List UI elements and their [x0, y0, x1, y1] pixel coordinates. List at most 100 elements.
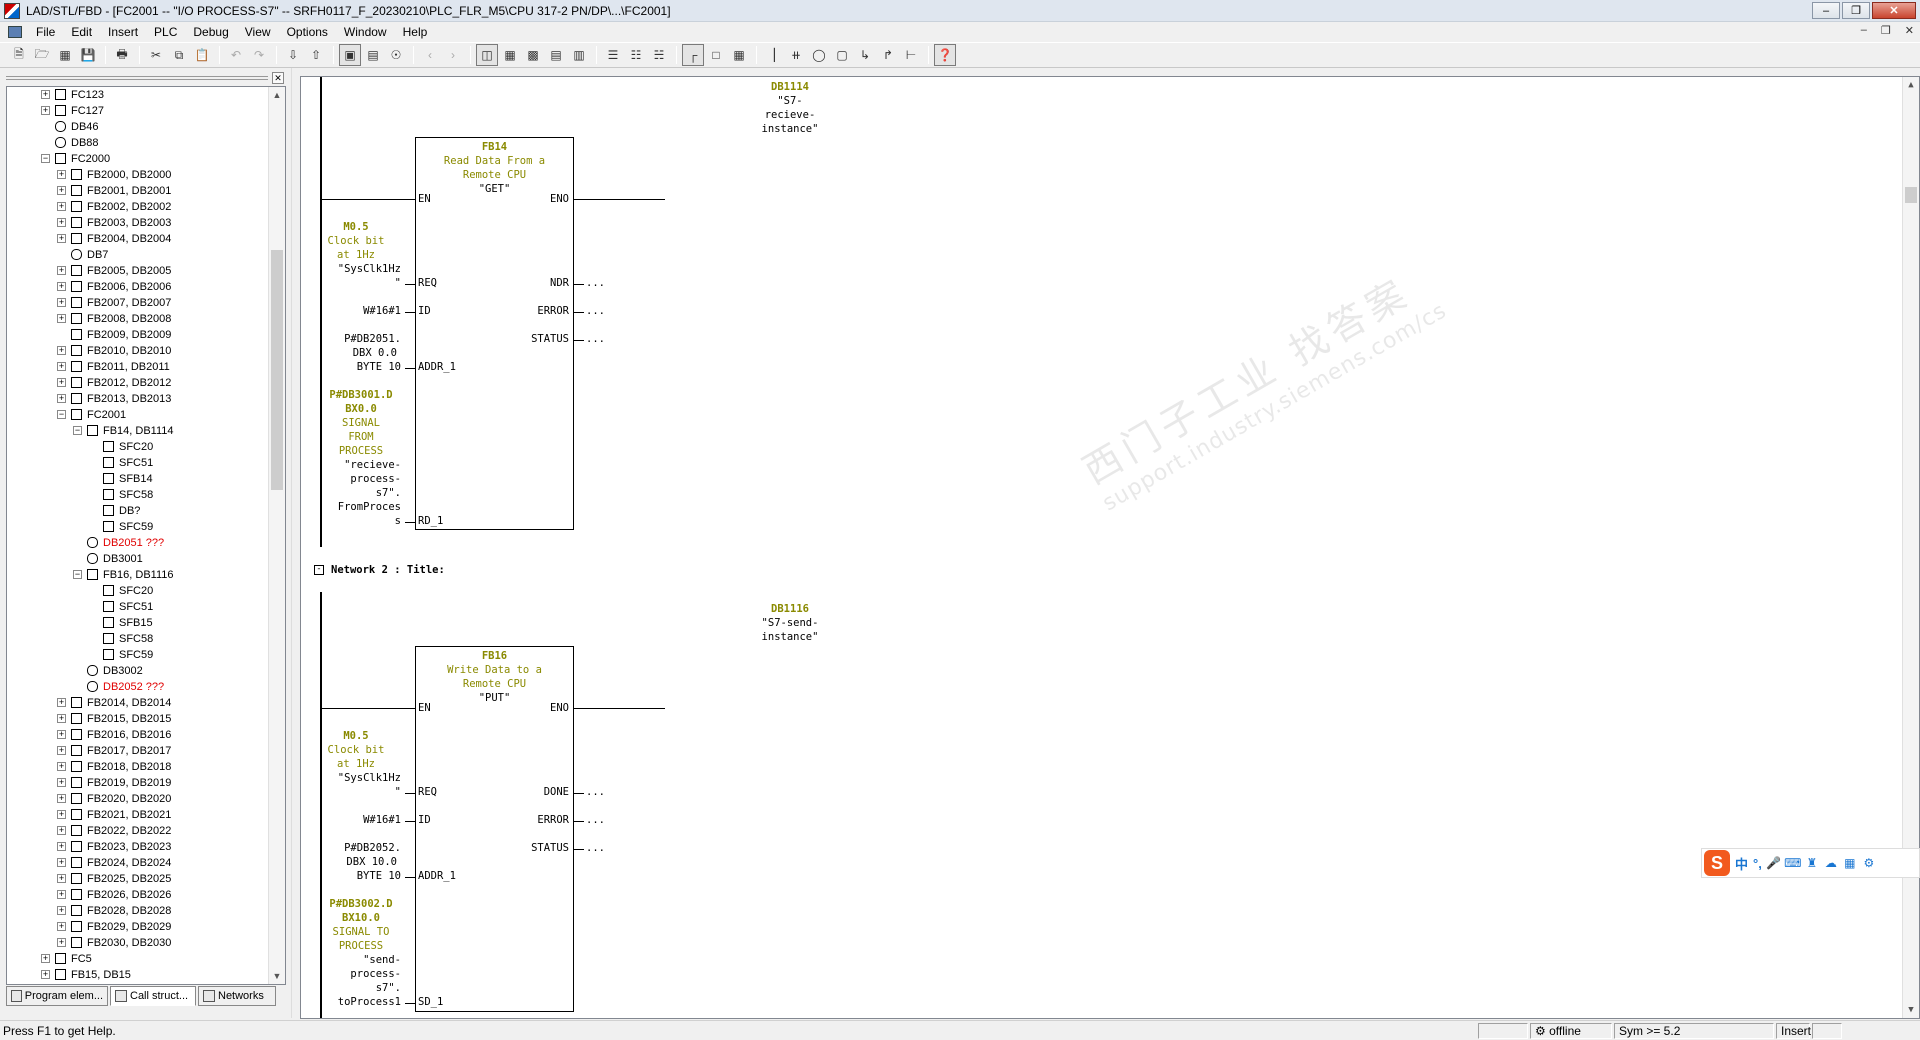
- branch-icon[interactable]: ┌: [682, 44, 704, 66]
- rd-operand[interactable]: P#DB3001.D: [321, 389, 401, 401]
- tree-item[interactable]: + FB2025, DB2025: [7, 871, 269, 887]
- sd-operand[interactable]: P#DB3002.D: [321, 898, 401, 910]
- scroll-up-icon[interactable]: ▲: [269, 87, 285, 103]
- addr-operand[interactable]: P#DB2051.: [321, 333, 401, 345]
- tree-item[interactable]: + FB2022, DB2022: [7, 823, 269, 839]
- network-2-header[interactable]: Network 2 : Title:: [331, 564, 445, 576]
- ime-punct-toggle[interactable]: °,: [1753, 856, 1762, 871]
- req-operand[interactable]: M0.5: [321, 730, 391, 742]
- tree-item[interactable]: + FB2016, DB2016: [7, 727, 269, 743]
- expand-icon[interactable]: +: [57, 746, 66, 755]
- expand-icon[interactable]: +: [41, 970, 50, 979]
- monitor-icon[interactable]: ▣: [339, 44, 361, 66]
- expand-icon[interactable]: +: [57, 906, 66, 915]
- tree-item[interactable]: + FB2012, DB2012: [7, 375, 269, 391]
- expand-icon[interactable]: +: [57, 842, 66, 851]
- tree-item[interactable]: + FB2007, DB2007: [7, 295, 269, 311]
- tree-item[interactable]: − FC2001: [7, 407, 269, 423]
- sogou-logo-icon[interactable]: S: [1704, 850, 1730, 876]
- tree-item[interactable]: FB2009, DB2009: [7, 327, 269, 343]
- details-icon[interactable]: ▦: [499, 44, 521, 66]
- doc-restore-icon[interactable]: ❐: [1881, 24, 1891, 37]
- cut-icon[interactable]: ✂: [145, 44, 167, 66]
- ime-toolbar[interactable]: S 中 °, 🎤 ⌨ ♜ ☁ ▦ ⚙: [1701, 848, 1920, 878]
- expand-icon[interactable]: +: [57, 234, 66, 243]
- tree-item[interactable]: + FB2003, DB2003: [7, 215, 269, 231]
- menu-plc[interactable]: PLC: [146, 25, 185, 39]
- print-icon[interactable]: 🖶: [111, 44, 133, 66]
- tree-item[interactable]: + FB15, DB15: [7, 967, 269, 983]
- ladder-editor[interactable]: DB1114 "S7- recieve- instance" FB14 Read…: [300, 76, 1920, 1019]
- window-icon[interactable]: ▩: [522, 44, 544, 66]
- menu-window[interactable]: Window: [336, 25, 395, 39]
- doc-minimize-icon[interactable]: –: [1861, 24, 1867, 37]
- copy-icon[interactable]: ⧉: [168, 44, 190, 66]
- skin-icon[interactable]: ♜: [1805, 856, 1819, 870]
- menu-insert[interactable]: Insert: [100, 25, 146, 39]
- tab-networks[interactable]: Networks: [198, 986, 276, 1006]
- tree-item[interactable]: SFB15: [7, 615, 269, 631]
- menu-file[interactable]: File: [28, 25, 63, 39]
- expand-icon[interactable]: +: [57, 186, 66, 195]
- status-operand[interactable]: ...: [586, 333, 605, 345]
- open-icon[interactable]: 🗁: [31, 44, 53, 66]
- scroll-down-icon[interactable]: ▼: [1903, 1002, 1919, 1018]
- tree-item[interactable]: DB3001: [7, 551, 269, 567]
- tree-item[interactable]: + FB2023, DB2023: [7, 839, 269, 855]
- next-network-icon[interactable]: ›: [442, 44, 464, 66]
- expand-icon[interactable]: +: [57, 394, 66, 403]
- call-structure-tree[interactable]: + FC123 + FC127 DB46 DB88 − FC2000 + FB2000, DB20…: [6, 86, 286, 985]
- expand-icon[interactable]: +: [57, 794, 66, 803]
- network-2-collapse-icon[interactable]: -: [314, 565, 324, 575]
- overview-icon[interactable]: ◫: [476, 44, 498, 66]
- tree-item[interactable]: + FB2020, DB2020: [7, 791, 269, 807]
- tree-item[interactable]: + FB2018, DB2018: [7, 759, 269, 775]
- download-icon[interactable]: ⇩: [282, 44, 304, 66]
- redo-icon[interactable]: ↷: [248, 44, 270, 66]
- expand-icon[interactable]: +: [57, 346, 66, 355]
- tab-call-structure[interactable]: Call struct...: [110, 986, 196, 1006]
- close-branch-icon[interactable]: ↱: [877, 44, 899, 66]
- scroll-thumb[interactable]: [1905, 187, 1917, 203]
- tree-item[interactable]: + FB2024, DB2024: [7, 855, 269, 871]
- close-icon[interactable]: ✕: [1872, 2, 1916, 19]
- tree-icon[interactable]: ☰: [602, 44, 624, 66]
- tree-item[interactable]: + FB2030, DB2030: [7, 935, 269, 951]
- expand-icon[interactable]: +: [57, 266, 66, 275]
- paste-icon[interactable]: 📋: [191, 44, 213, 66]
- pane-splitter[interactable]: [291, 68, 299, 1018]
- menu-help[interactable]: Help: [395, 25, 436, 39]
- expand-icon[interactable]: +: [57, 282, 66, 291]
- tree-item[interactable]: + FB2015, DB2015: [7, 711, 269, 727]
- req-operand[interactable]: M0.5: [321, 221, 391, 233]
- cloud-icon[interactable]: ☁: [1824, 856, 1838, 870]
- tree-item[interactable]: − FB16, DB1116: [7, 567, 269, 583]
- tab-program-elements[interactable]: Program elem...: [6, 986, 108, 1006]
- tree-item[interactable]: DB2051 ???: [7, 535, 269, 551]
- net1-instance-db[interactable]: DB1114: [740, 81, 840, 93]
- scroll-down-icon[interactable]: ▼: [269, 968, 285, 984]
- tree-item[interactable]: + FB2011, DB2011: [7, 359, 269, 375]
- tree-item[interactable]: + FB2010, DB2010: [7, 343, 269, 359]
- tree-item[interactable]: + FB2029, DB2029: [7, 919, 269, 935]
- connection-icon[interactable]: ⊢: [900, 44, 922, 66]
- fb16-put-block[interactable]: FB16 Write Data to a Remote CPU "PUT" EN…: [415, 646, 574, 1012]
- expand-icon[interactable]: +: [57, 298, 66, 307]
- tree-item[interactable]: + FB2008, DB2008: [7, 311, 269, 327]
- no-contact-icon[interactable]: ⎥: [762, 44, 784, 66]
- expand-icon[interactable]: +: [57, 890, 66, 899]
- scroll-thumb[interactable]: [271, 250, 283, 490]
- module-info-icon[interactable]: ▤: [362, 44, 384, 66]
- context-help-icon[interactable]: ❓: [934, 44, 956, 66]
- menu-debug[interactable]: Debug: [185, 25, 236, 39]
- ndr-operand[interactable]: ...: [586, 277, 605, 289]
- status-operand[interactable]: ...: [586, 842, 605, 854]
- tree-item[interactable]: + FC123: [7, 87, 269, 103]
- menu-edit[interactable]: Edit: [63, 25, 100, 39]
- expand-icon[interactable]: +: [57, 874, 66, 883]
- tree-item[interactable]: DB?: [7, 503, 269, 519]
- document-icon[interactable]: [8, 26, 22, 38]
- expand-icon[interactable]: +: [57, 362, 66, 371]
- box-icon[interactable]: □: [705, 44, 727, 66]
- tree-item[interactable]: + FB2026, DB2026: [7, 887, 269, 903]
